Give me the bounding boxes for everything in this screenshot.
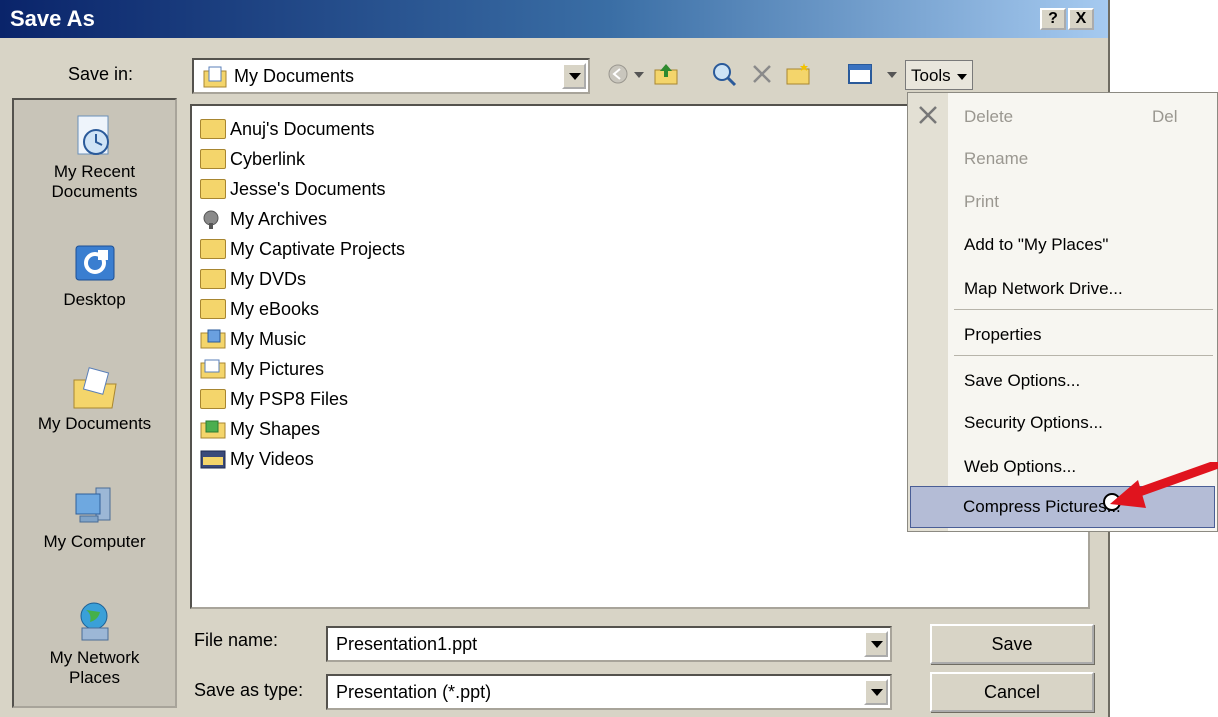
places-bar: My Recent Documents Desktop My Documents…: [12, 98, 177, 708]
file-item[interactable]: My Shapes: [200, 414, 320, 444]
save-in-dropdown-arrow[interactable]: [562, 63, 586, 89]
music-folder-icon: [200, 329, 226, 349]
save-as-type-select[interactable]: Presentation (*.ppt): [326, 674, 892, 710]
file-item[interactable]: Anuj's Documents: [200, 114, 375, 144]
annotation-arrow-icon: [1103, 462, 1218, 511]
file-name-value: Presentation1.ppt: [336, 634, 478, 654]
place-my-computer[interactable]: My Computer: [14, 484, 175, 552]
tools-dropdown-icon: [957, 74, 967, 80]
folder-icon: [200, 389, 226, 409]
save-in-combo[interactable]: My Documents: [192, 58, 590, 94]
place-my-documents[interactable]: My Documents: [14, 366, 175, 434]
menu-item-properties[interactable]: Properties: [964, 325, 1041, 345]
my-documents-folder-icon: [73, 367, 117, 409]
menu-item-rename[interactable]: Rename: [964, 149, 1028, 169]
archive-icon: [203, 210, 219, 229]
file-item[interactable]: My PSP8 Files: [200, 384, 348, 414]
folder-icon: [200, 269, 226, 289]
menu-item-print[interactable]: Print: [964, 192, 999, 212]
file-name-label: File name:: [194, 630, 279, 650]
file-item[interactable]: My DVDs: [200, 264, 306, 294]
my-documents-icon: [203, 66, 227, 88]
place-label: My Documents: [37, 414, 152, 433]
file-item[interactable]: My Music: [200, 324, 306, 354]
tools-menu-button[interactable]: Tools: [905, 60, 973, 90]
shapes-folder-icon: [200, 420, 226, 439]
file-name-dropdown-arrow[interactable]: [864, 631, 888, 657]
place-my-network-places[interactable]: My Network Places: [14, 600, 175, 688]
title-bar: Save As ? X: [0, 0, 1108, 38]
desktop-icon: [75, 245, 114, 281]
recent-documents-icon: [77, 115, 109, 155]
menu-item-security-options[interactable]: Security Options...: [964, 413, 1103, 433]
help-button[interactable]: ?: [1040, 8, 1066, 30]
menu-item-save-options[interactable]: Save Options...: [964, 371, 1080, 391]
save-as-type-value: Presentation (*.ppt): [336, 682, 492, 702]
window-title: Save As: [10, 6, 95, 31]
delete-icon[interactable]: [748, 60, 776, 88]
place-label: My Recent Documents: [51, 162, 138, 201]
file-item[interactable]: Jesse's Documents: [200, 174, 386, 204]
place-label: My Network Places: [49, 648, 140, 687]
new-folder-icon[interactable]: [784, 60, 812, 88]
menu-item-web-options[interactable]: Web Options...: [964, 457, 1076, 477]
file-item[interactable]: My Archives: [200, 204, 327, 234]
pictures-folder-icon: [200, 359, 226, 379]
folder-icon: [200, 299, 226, 319]
file-item[interactable]: My Videos: [200, 444, 314, 474]
videos-folder-icon: [200, 450, 226, 469]
back-dropdown-icon[interactable]: [633, 70, 645, 80]
search-web-icon[interactable]: [710, 60, 738, 88]
menu-item-add-to-my-places[interactable]: Add to "My Places": [964, 235, 1108, 255]
delete-icon: [919, 106, 937, 124]
menu-item-delete[interactable]: Delete: [964, 107, 1013, 127]
save-in-label: Save in:: [68, 64, 134, 84]
save-as-type-label: Save as type:: [194, 680, 304, 700]
cancel-button[interactable]: Cancel: [930, 672, 1094, 712]
views-dropdown-icon[interactable]: [886, 70, 898, 80]
place-desktop[interactable]: Desktop: [14, 242, 175, 310]
network-places-icon: [80, 602, 108, 641]
menu-separator: [954, 355, 1213, 356]
menu-item-delete-shortcut: Del: [1152, 107, 1178, 126]
file-name-input[interactable]: Presentation1.ppt: [326, 626, 892, 662]
place-label: My Computer: [43, 532, 146, 551]
file-item[interactable]: My eBooks: [200, 294, 319, 324]
folder-icon: [200, 179, 226, 199]
file-item[interactable]: My Pictures: [200, 354, 324, 384]
folder-icon: [200, 149, 226, 169]
tools-label: Tools: [911, 66, 951, 85]
up-one-level-icon[interactable]: [652, 60, 680, 88]
close-button[interactable]: X: [1068, 8, 1094, 30]
place-my-recent-documents[interactable]: My Recent Documents: [14, 114, 175, 202]
save-button[interactable]: Save: [930, 624, 1094, 664]
save-as-type-dropdown-arrow[interactable]: [864, 679, 888, 705]
folder-icon: [200, 239, 226, 259]
views-icon[interactable]: [846, 60, 874, 88]
back-icon[interactable]: [604, 60, 632, 88]
folder-icon: [200, 119, 226, 139]
save-in-value: My Documents: [234, 66, 355, 86]
my-computer-icon: [75, 487, 110, 523]
place-label: Desktop: [63, 290, 126, 309]
file-item[interactable]: My Captivate Projects: [200, 234, 405, 264]
menu-separator: [954, 309, 1213, 310]
menu-icon-gutter: [908, 93, 948, 531]
file-item[interactable]: Cyberlink: [200, 144, 305, 174]
menu-item-map-network-drive[interactable]: Map Network Drive...: [964, 279, 1123, 299]
